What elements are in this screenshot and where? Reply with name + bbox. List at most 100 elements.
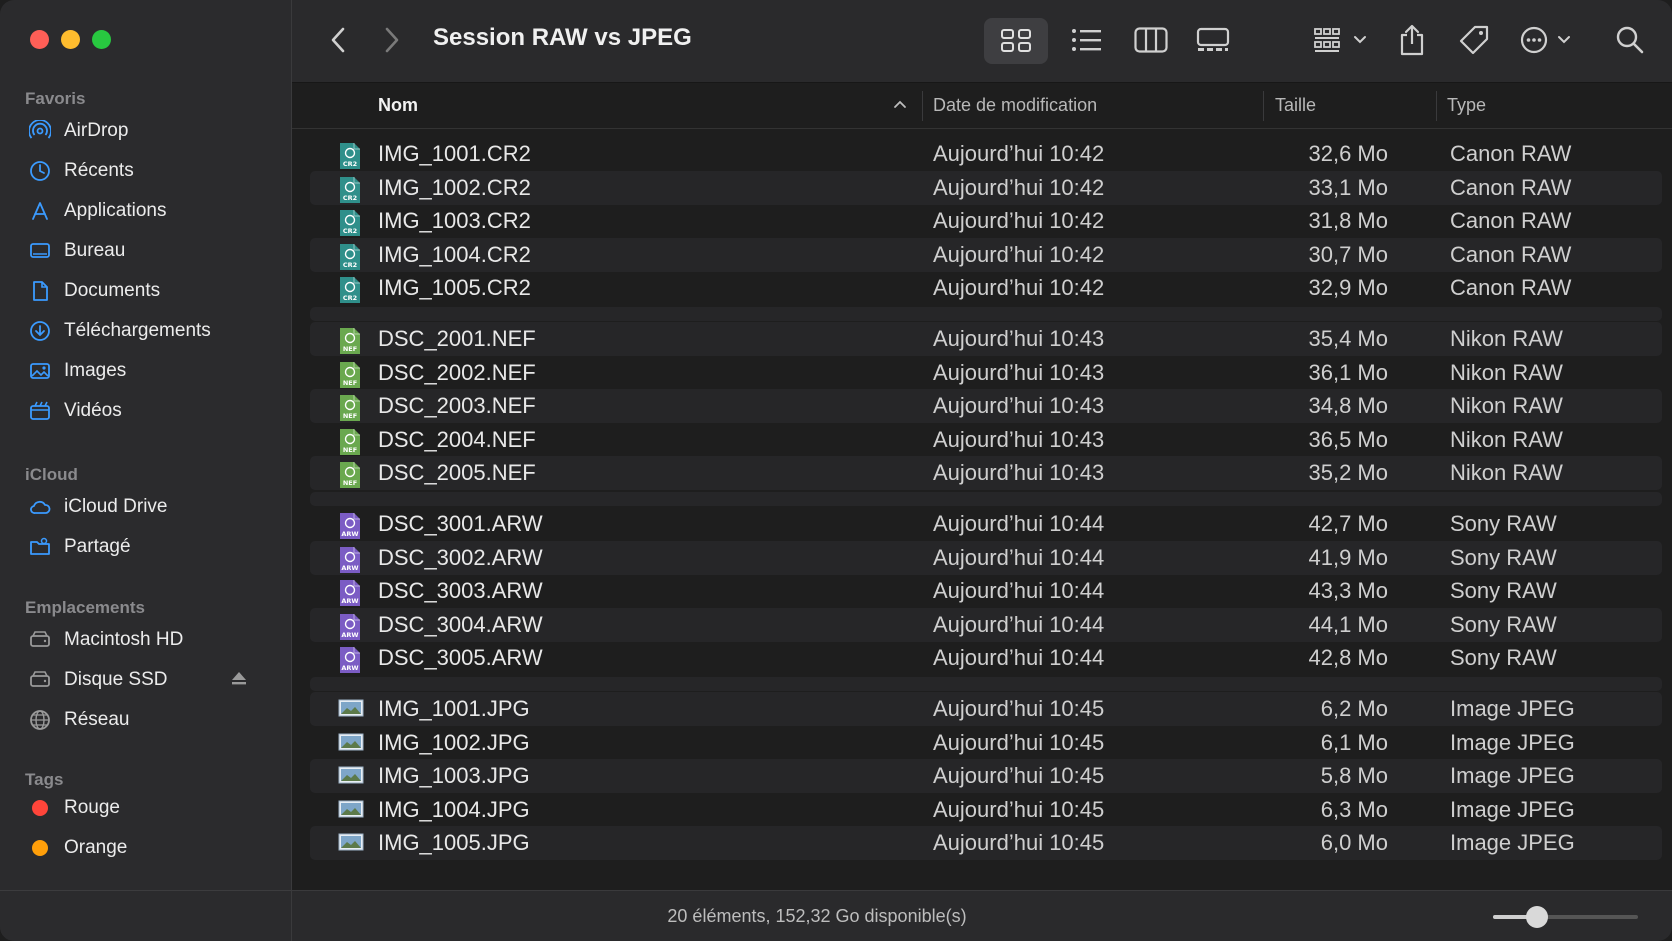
file-row[interactable]: CR2 IMG_1004.CR2 Aujourd’hui 10:42 30,7 Mo C… xyxy=(310,237,1662,272)
sidebar-item-label: Réseau xyxy=(64,709,130,730)
column-separator[interactable] xyxy=(1436,91,1437,121)
sidebar-item-réseau[interactable]: Réseau xyxy=(28,702,268,738)
column-date-header[interactable]: Date de modification xyxy=(933,95,1097,116)
file-row[interactable]: ARW DSC_3002.ARW Aujourd’hui 10:44 41,9 Mo S… xyxy=(310,540,1662,575)
sidebar-item-label: Applications xyxy=(64,200,167,221)
file-row[interactable]: ARW DSC_3003.ARW Aujourd’hui 10:44 43,3 Mo S… xyxy=(310,574,1662,608)
column-name-header[interactable]: Nom xyxy=(378,95,418,116)
sidebar-item-label: iCloud Drive xyxy=(64,496,168,517)
sidebar-item-macintosh-hd[interactable]: Macintosh HD xyxy=(28,622,268,658)
file-size: 6,0 Mo xyxy=(1320,830,1388,856)
columns-icon xyxy=(1134,27,1168,53)
sidebar-item-récents[interactable]: Récents xyxy=(28,153,268,189)
gallery-view-button[interactable] xyxy=(1188,20,1238,60)
file-date: Aujourd’hui 10:43 xyxy=(933,359,1105,385)
cr2-raw-file-icon: CR2 xyxy=(338,243,362,270)
tag-icon xyxy=(1459,25,1489,55)
column-separator[interactable] xyxy=(1263,91,1264,121)
eject-icon[interactable] xyxy=(230,670,248,692)
sidebar-section-tags: Tags xyxy=(25,770,64,789)
more-actions-button[interactable] xyxy=(1514,20,1578,60)
sidebar-item-documents[interactable]: Documents xyxy=(28,273,268,309)
sidebar-item-label: Bureau xyxy=(64,240,126,261)
sidebar-item-disque-ssd[interactable]: Disque SSD xyxy=(28,662,268,698)
clock-icon xyxy=(28,159,52,183)
file-row[interactable]: IMG_1001.JPG Aujourd’hui 10:45 6,2 Mo Image… xyxy=(310,692,1662,726)
list-view-button[interactable] xyxy=(1062,20,1112,60)
jpeg-image-icon xyxy=(338,764,364,790)
icon-view-button[interactable] xyxy=(984,18,1048,64)
window-title: Session RAW vs JPEG xyxy=(433,24,692,51)
sidebar-item-téléchargements[interactable]: Téléchargements xyxy=(28,313,268,349)
file-row[interactable]: ARW DSC_3001.ARW Aujourd’hui 10:44 42,7 Mo S… xyxy=(310,507,1662,541)
column-type-header[interactable]: Type xyxy=(1447,95,1486,116)
file-row[interactable]: NEF DSC_2002.NEF Aujourd’hui 10:43 36,1 Mo N… xyxy=(310,356,1662,390)
sidebar-item-orange[interactable]: Orange xyxy=(28,830,268,866)
applications-icon xyxy=(28,199,52,223)
file-date: Aujourd’hui 10:42 xyxy=(933,174,1105,200)
tag-button[interactable] xyxy=(1452,20,1496,60)
sidebar-item-airdrop[interactable]: AirDrop xyxy=(28,113,268,149)
file-type: Canon RAW xyxy=(1450,208,1572,234)
file-row[interactable]: IMG_1003.JPG Aujourd’hui 10:45 5,8 Mo Image… xyxy=(310,759,1662,794)
file-row[interactable]: NEF DSC_2003.NEF Aujourd’hui 10:43 34,8 Mo N… xyxy=(310,389,1662,424)
file-row[interactable]: NEF DSC_2001.NEF Aujourd’hui 10:43 35,4 Mo N… xyxy=(310,322,1662,356)
svg-text:NEF: NEF xyxy=(343,479,357,487)
disk-icon xyxy=(28,668,52,692)
file-row[interactable]: ARW DSC_3004.ARW Aujourd’hui 10:44 44,1 Mo S… xyxy=(310,607,1662,642)
column-separator[interactable] xyxy=(922,91,923,121)
file-date: Aujourd’hui 10:45 xyxy=(933,729,1105,755)
sidebar-item-applications[interactable]: Applications xyxy=(28,193,268,229)
sidebar-item-icloud-drive[interactable]: iCloud Drive xyxy=(28,489,268,525)
forward-button[interactable] xyxy=(374,20,408,60)
column-size-header[interactable]: Taille xyxy=(1275,95,1316,116)
file-type: Canon RAW xyxy=(1450,141,1572,166)
file-size: 32,6 Mo xyxy=(1308,141,1389,166)
file-type: Sony RAW xyxy=(1450,511,1557,536)
sidebar-item-vidéos[interactable]: Vidéos xyxy=(28,393,268,429)
file-row[interactable]: CR2 IMG_1003.CR2 Aujourd’hui 10:42 31,8 Mo C… xyxy=(310,204,1662,238)
sidebar-item-bureau[interactable]: Bureau xyxy=(28,233,268,269)
close-button[interactable] xyxy=(30,30,49,49)
slider-knob[interactable] xyxy=(1525,906,1548,928)
share-button[interactable] xyxy=(1390,20,1434,60)
search-button[interactable] xyxy=(1608,20,1652,60)
status-text: 20 éléments, 152,32 Go disponible(s) xyxy=(667,906,967,926)
svg-text:CR2: CR2 xyxy=(343,294,357,302)
sidebar-item-rouge[interactable]: Rouge xyxy=(28,790,268,826)
file-type: Sony RAW xyxy=(1450,645,1557,671)
file-name: DSC_2003.NEF xyxy=(378,393,536,419)
sidebar-item-partagé[interactable]: Partagé xyxy=(28,529,268,565)
file-size: 6,2 Mo xyxy=(1320,696,1388,721)
file-row[interactable]: CR2 IMG_1005.CR2 Aujourd’hui 10:42 32,9 Mo C… xyxy=(310,271,1662,305)
file-row[interactable]: IMG_1004.JPG Aujourd’hui 10:45 6,3 Mo Image… xyxy=(310,793,1662,827)
back-button[interactable] xyxy=(322,20,356,60)
file-row[interactable]: NEF DSC_2005.NEF Aujourd’hui 10:43 35,2 Mo N… xyxy=(310,456,1662,491)
column-view-button[interactable] xyxy=(1126,20,1176,60)
file-name: IMG_1002.CR2 xyxy=(378,174,531,200)
zoom-button[interactable] xyxy=(92,30,111,49)
file-date: Aujourd’hui 10:42 xyxy=(933,241,1105,267)
nef-raw-file-icon: NEF xyxy=(338,461,362,489)
file-row[interactable]: IMG_1005.JPG Aujourd’hui 10:45 6,0 Mo Image… xyxy=(310,826,1662,861)
arw-raw-file-icon: ARW xyxy=(338,512,362,539)
file-name: IMG_1005.JPG xyxy=(378,830,530,856)
icon-size-slider[interactable] xyxy=(1493,906,1638,928)
file-date: Aujourd’hui 10:42 xyxy=(933,208,1105,234)
file-size: 36,5 Mo xyxy=(1308,426,1389,452)
sidebar-item-images[interactable]: Images xyxy=(28,353,268,389)
file-row[interactable]: CR2 IMG_1002.CR2 Aujourd’hui 10:42 33,1 Mo C… xyxy=(310,170,1662,205)
file-name: IMG_1003.JPG xyxy=(378,763,530,789)
file-row[interactable]: ARW DSC_3005.ARW Aujourd’hui 10:44 42,8 Mo S… xyxy=(310,641,1662,675)
file-row[interactable]: CR2 IMG_1001.CR2 Aujourd’hui 10:42 32,6 Mo C… xyxy=(310,137,1662,171)
group-button[interactable] xyxy=(1308,20,1372,60)
file-row[interactable]: IMG_1002.JPG Aujourd’hui 10:45 6,1 Mo Image… xyxy=(310,726,1662,760)
cr2-raw-file-icon: CR2 xyxy=(338,176,362,203)
file-size: 30,7 Mo xyxy=(1308,241,1389,267)
file-row[interactable]: NEF DSC_2004.NEF Aujourd’hui 10:43 36,5 Mo N… xyxy=(310,423,1662,457)
nef-raw-file-icon: NEF xyxy=(338,361,362,388)
minimize-button[interactable] xyxy=(61,30,80,49)
cloud-icon xyxy=(28,495,52,519)
file-date: Aujourd’hui 10:44 xyxy=(933,544,1105,570)
file-date: Aujourd’hui 10:44 xyxy=(933,578,1105,604)
